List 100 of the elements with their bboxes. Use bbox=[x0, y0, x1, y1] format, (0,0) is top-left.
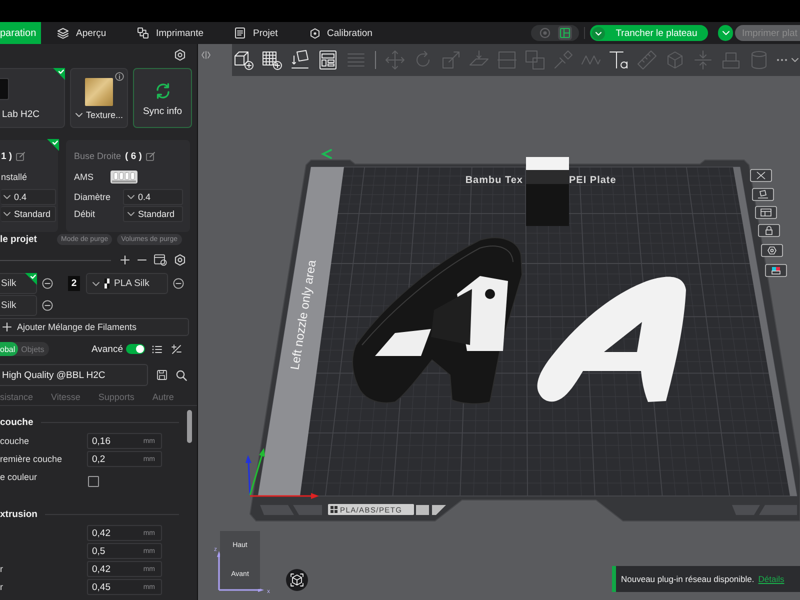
setting-label: remière couche bbox=[0, 454, 62, 464]
sync-icon bbox=[154, 82, 172, 100]
search-icon[interactable] bbox=[176, 370, 187, 380]
ams-label: AMS bbox=[74, 172, 95, 182]
advanced-label: Avancé bbox=[91, 344, 123, 354]
panels-icon[interactable] bbox=[558, 26, 572, 40]
plate-name-label: PEI Plate bbox=[569, 175, 616, 186]
settings-icon[interactable] bbox=[174, 49, 186, 61]
sync-button[interactable]: Sync info bbox=[133, 68, 192, 128]
grid-plus-icon[interactable] bbox=[261, 49, 283, 71]
section-title: couche bbox=[0, 416, 34, 428]
setting-label: r bbox=[0, 564, 3, 574]
section-title: le projet bbox=[0, 234, 38, 244]
nozzle-status: nstallé bbox=[1, 172, 28, 182]
caret-icon bbox=[3, 211, 11, 217]
edit-icon[interactable] bbox=[146, 152, 155, 160]
printer-image bbox=[0, 78, 9, 100]
nav-tab[interactable]: Calibration bbox=[305, 22, 378, 44]
tilted-square-icon[interactable] bbox=[752, 188, 774, 201]
zone-label: Left nozzle only area bbox=[288, 259, 319, 371]
settings-icon[interactable] bbox=[174, 254, 186, 266]
linked-squares-icon bbox=[137, 27, 149, 39]
frame-marker bbox=[432, 505, 446, 515]
scrollbar-thumb[interactable] bbox=[187, 410, 192, 443]
dropdown-button[interactable] bbox=[718, 25, 733, 41]
minus-circle-icon[interactable] bbox=[173, 278, 184, 289]
dropdown[interactable]: Standard bbox=[1, 206, 56, 222]
panel-toggle-icon[interactable] bbox=[201, 51, 211, 59]
nozzle-name: Buse Droite bbox=[74, 151, 122, 161]
preset-field[interactable]: High Quality @BBL H2C bbox=[0, 364, 148, 386]
x-axis-arrow bbox=[219, 588, 264, 592]
plate-image bbox=[85, 78, 113, 106]
plus-icon bbox=[2, 322, 12, 332]
checkbox[interactable] bbox=[88, 476, 99, 486]
layers-icon bbox=[57, 27, 69, 39]
layout-panels-icon[interactable] bbox=[317, 49, 339, 71]
box-model bbox=[526, 157, 569, 226]
setting-label: couche bbox=[0, 436, 30, 446]
setting-label: r bbox=[0, 582, 3, 592]
minus-circle-icon[interactable] bbox=[42, 300, 53, 311]
info-icon[interactable] bbox=[115, 72, 124, 81]
filament-dropdown[interactable]: Silk bbox=[0, 295, 37, 316]
text-tool-icon[interactable] bbox=[608, 49, 630, 71]
caret-icon bbox=[722, 30, 730, 36]
chevron-icon bbox=[320, 149, 332, 159]
caret-icon[interactable] bbox=[791, 57, 799, 63]
plate-name-label: Bambu Tex bbox=[465, 175, 523, 186]
tilted-square-icon[interactable] bbox=[289, 49, 311, 71]
filament-number: 2 bbox=[68, 276, 80, 291]
nav-tab[interactable]: Aperçu bbox=[52, 22, 112, 44]
color-squares-icon[interactable] bbox=[765, 264, 787, 277]
y-axis-arrow bbox=[249, 448, 265, 496]
caret-icon bbox=[3, 194, 11, 200]
nav-tab[interactable]: Imprimante bbox=[132, 22, 209, 44]
cube-plus-icon[interactable] bbox=[233, 49, 255, 71]
field-label: Diamètre bbox=[74, 192, 112, 202]
nav-tab[interactable]: Projet bbox=[229, 22, 283, 44]
caret-icon bbox=[92, 280, 100, 286]
printer-name: Lab H2C bbox=[1, 109, 40, 120]
list-icon[interactable] bbox=[152, 344, 162, 354]
nozzle-count: 1 ) bbox=[1, 150, 12, 162]
color-swatch-icon bbox=[104, 278, 110, 289]
printer-card[interactable]: Lab H2C bbox=[0, 68, 65, 128]
caret-icon bbox=[74, 112, 83, 118]
cube-focus-icon[interactable] bbox=[286, 569, 308, 591]
close-icon[interactable] bbox=[750, 169, 772, 182]
caret-icon bbox=[592, 26, 605, 40]
edit-icon[interactable] bbox=[16, 152, 26, 160]
filament-dropdown[interactable]: PLA Silk bbox=[86, 273, 168, 294]
nozzle-count: ( 6 ) bbox=[125, 150, 142, 162]
plate-type-dropdown[interactable]: Texture... bbox=[74, 110, 123, 120]
z-axis-arrow bbox=[217, 551, 221, 590]
z-axis-arrow bbox=[246, 455, 252, 496]
frame-marker bbox=[416, 505, 429, 515]
box-gear-icon[interactable] bbox=[154, 254, 167, 266]
section-title: xtrusion bbox=[0, 508, 38, 520]
setting-label: e couleur bbox=[0, 472, 38, 482]
minus-circle-icon[interactable] bbox=[42, 278, 53, 289]
plus-minus-icon[interactable] bbox=[171, 344, 182, 354]
field-label: Débit bbox=[74, 209, 96, 219]
plate-card[interactable]: Texture... bbox=[70, 68, 128, 128]
document-icon bbox=[234, 27, 246, 39]
dropdown[interactable]: 0.4 bbox=[123, 189, 183, 205]
toggle-switch[interactable] bbox=[126, 344, 145, 354]
dropdown[interactable]: 0.4 bbox=[1, 189, 56, 205]
lock-icon[interactable] bbox=[758, 224, 780, 237]
notification-message: Nouveau plug-in réseau disponible. bbox=[621, 574, 754, 584]
save-icon[interactable] bbox=[157, 370, 167, 380]
four-squares-icon bbox=[330, 506, 338, 513]
caret-icon bbox=[127, 211, 135, 217]
filament-dropdown[interactable]: Silk bbox=[0, 273, 37, 294]
caret-icon bbox=[127, 194, 135, 200]
layout-panels-icon[interactable] bbox=[755, 206, 777, 219]
dropdown[interactable]: Standard bbox=[123, 206, 183, 222]
ams-unit-icon bbox=[110, 170, 138, 184]
details-link[interactable]: Détails bbox=[758, 574, 784, 584]
add-mix-button[interactable]: Ajouter Mélange de Filaments bbox=[0, 318, 189, 336]
hexagon-icon bbox=[310, 28, 320, 38]
x-axis-arrow bbox=[250, 493, 319, 499]
plus-icon[interactable] bbox=[120, 255, 130, 265]
